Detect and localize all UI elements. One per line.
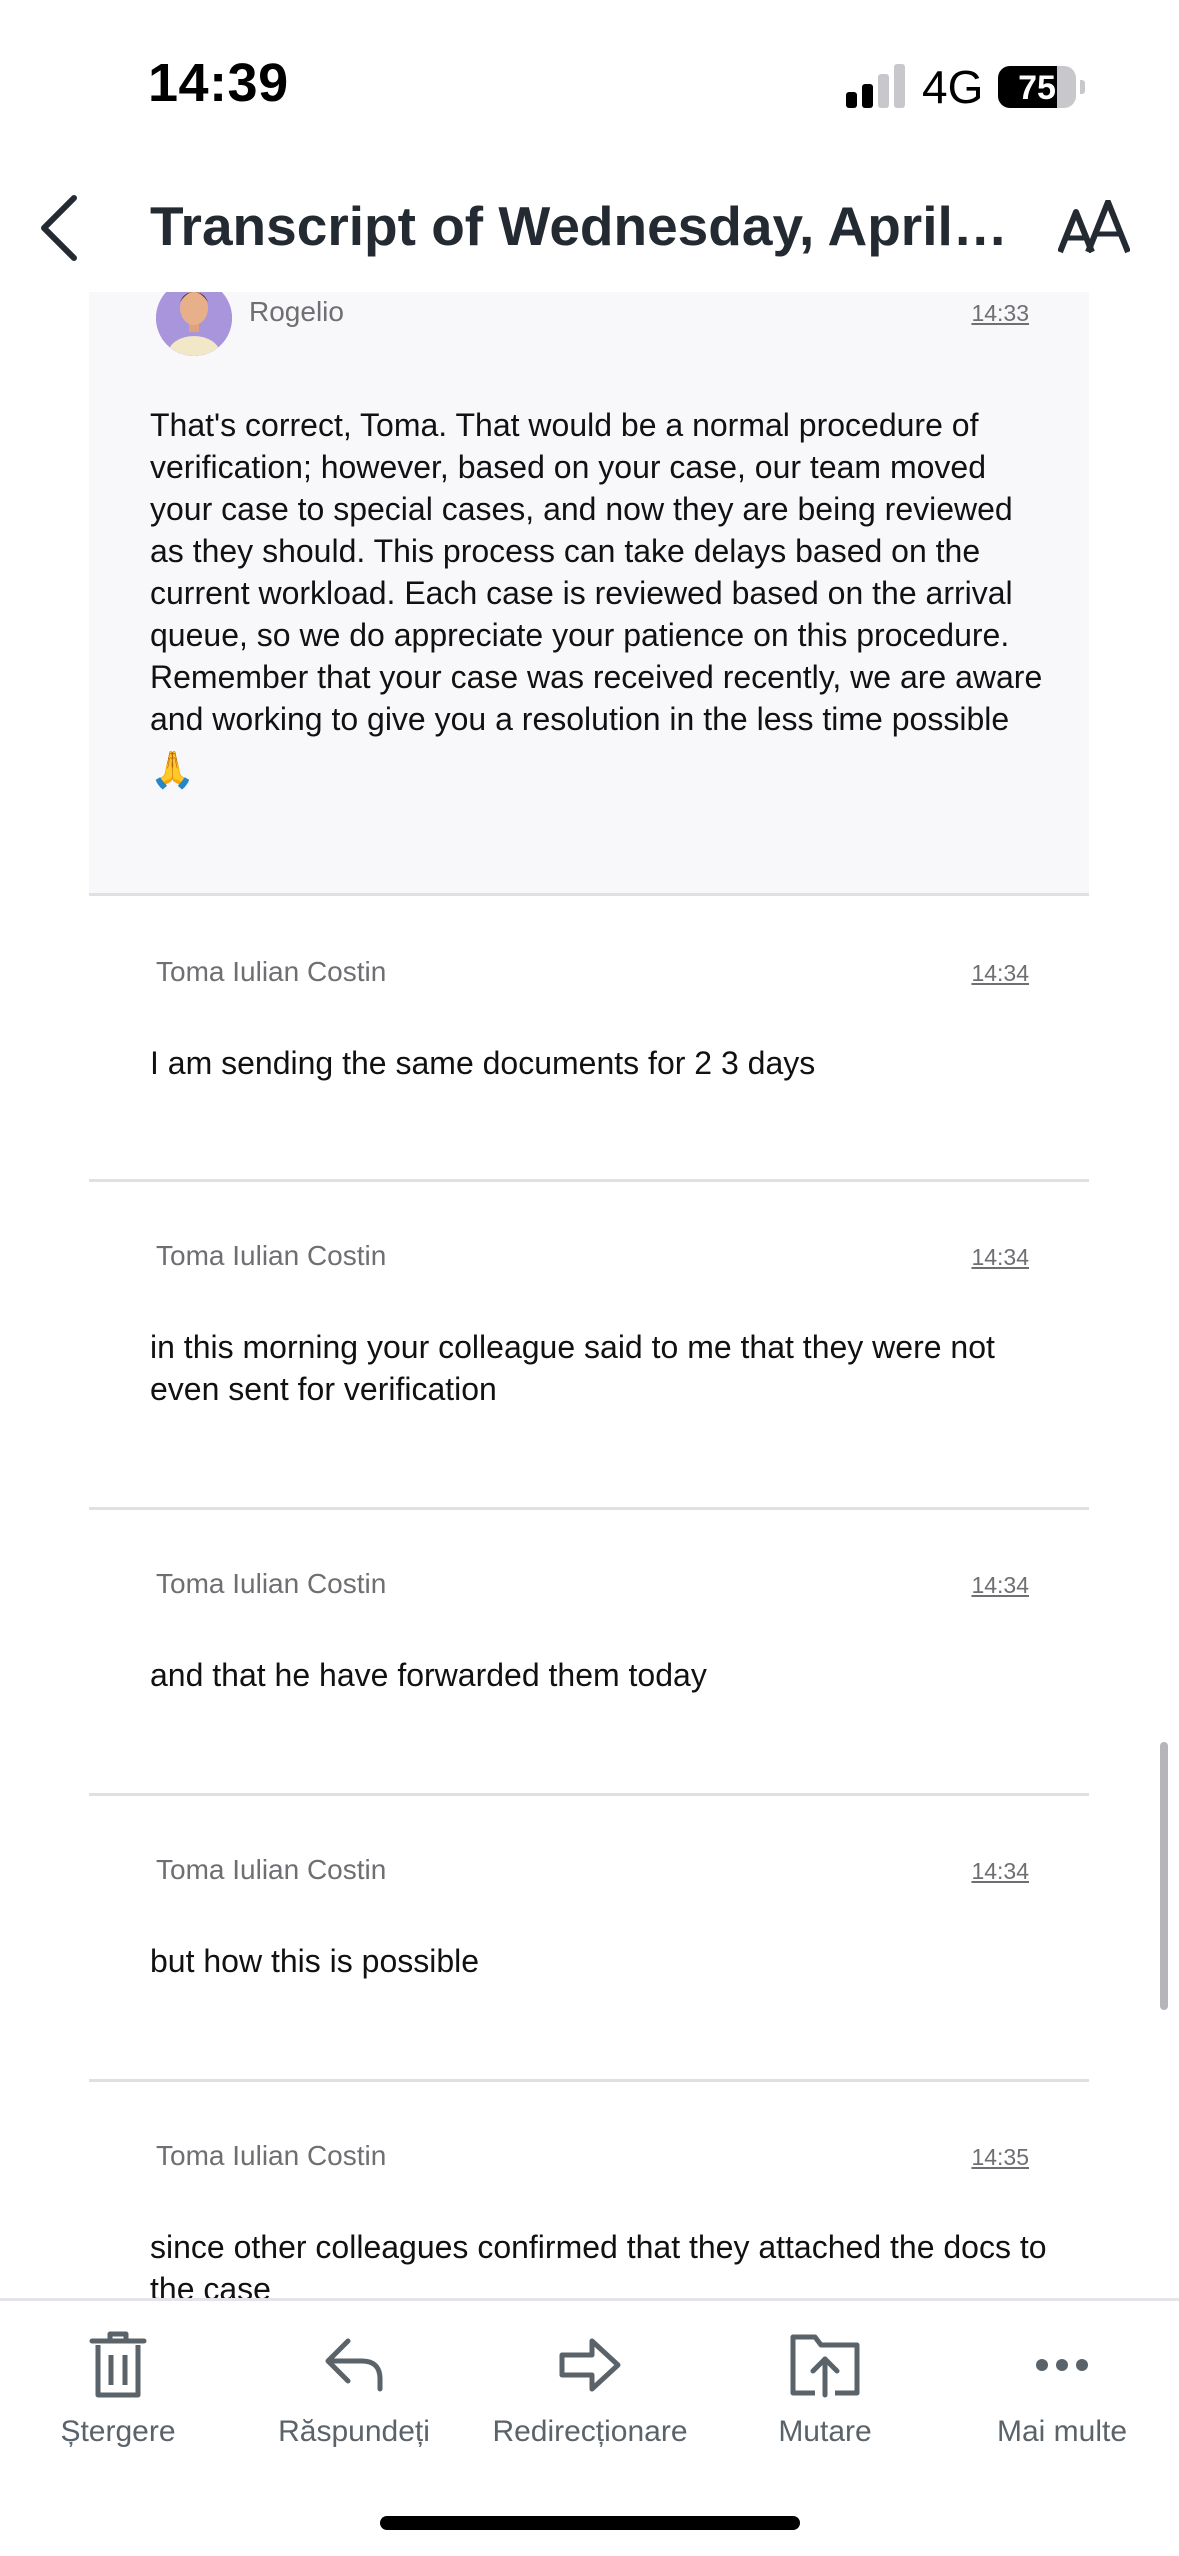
message-time[interactable]: 14:34 (971, 1244, 1029, 1271)
forward-label: Redirecționare (492, 2415, 688, 2448)
message-sender: Rogelio (249, 296, 344, 327)
message-sender: Toma Iulian Costin (156, 1568, 387, 1599)
message-time[interactable]: 14:34 (971, 1572, 1029, 1599)
message-body: That's correct, Toma. That would be a no… (150, 404, 1050, 794)
text-size-icon[interactable] (1057, 199, 1131, 256)
chevron-left-icon[interactable] (36, 188, 86, 268)
network-type: 4G (922, 61, 984, 113)
more-button[interactable]: Mai multe (984, 2331, 1140, 2471)
battery-icon: 75 (998, 66, 1076, 108)
transcript-message-list[interactable]: Rogelio 14:33 That's correct, Toma. That… (0, 292, 1179, 2300)
message-sender: Toma Iulian Costin (156, 1240, 387, 1271)
message-time[interactable]: 14:33 (971, 300, 1029, 327)
message-body: but how this is possible (150, 1943, 480, 1979)
reply-label: Răspundeți (278, 2415, 430, 2448)
message-sender: Toma Iulian Costin (156, 956, 387, 987)
folded-hands-emoji: 🙏 (150, 749, 195, 790)
delete-label: Ștergere (60, 2415, 176, 2448)
header: Transcript of Wednesday, April 2,... (0, 160, 1179, 292)
trash-icon (89, 2331, 147, 2398)
message-text: That's correct, Toma. That would be a no… (150, 407, 1043, 737)
forward-button[interactable]: Redirecționare (482, 2331, 698, 2471)
message-sender: Toma Iulian Costin (156, 1854, 387, 1885)
avatar (156, 292, 232, 356)
move-to-folder-icon (790, 2334, 860, 2398)
more-label: Mai multe (996, 2415, 1128, 2448)
battery-cap (1080, 80, 1085, 94)
message-time[interactable]: 14:34 (971, 960, 1029, 987)
status-time: 14:39 (148, 53, 289, 113)
scrollbar[interactable] (1160, 1742, 1168, 2010)
message-item: Toma Iulian Costin 14:34 but how this is… (89, 1796, 1089, 2082)
delete-button[interactable]: Ștergere (40, 2331, 196, 2471)
forward-arrow-icon (559, 2338, 621, 2392)
battery-level: 75 (1018, 69, 1056, 107)
reply-icon (325, 2338, 383, 2392)
message-item: Toma Iulian Costin 14:34 I am sending th… (89, 896, 1089, 1182)
message-body: I am sending the same documents for 2 3 … (150, 1045, 816, 1081)
message-item: Toma Iulian Costin 14:35 since other col… (89, 2082, 1089, 2300)
reply-button[interactable]: Răspundeți (264, 2331, 444, 2471)
status-bar: 14:39 4G 75 (0, 0, 1179, 160)
message-body: in this morning your colleague said to m… (150, 1329, 995, 1407)
message-item: Rogelio 14:33 That's correct, Toma. That… (89, 292, 1089, 896)
message-sender: Toma Iulian Costin (156, 2140, 387, 2171)
move-button[interactable]: Mutare (760, 2331, 890, 2471)
move-label: Mutare (778, 2415, 872, 2448)
page-title: Transcript of Wednesday, April 2,... (150, 195, 1020, 257)
home-indicator[interactable] (380, 2516, 800, 2530)
message-item: Toma Iulian Costin 14:34 and that he hav… (89, 1510, 1089, 1796)
message-item: Toma Iulian Costin 14:34 in this morning… (89, 1182, 1089, 1510)
message-body: and that he have forwarded them today (150, 1657, 707, 1693)
message-time[interactable]: 14:34 (971, 1858, 1029, 1885)
message-time[interactable]: 14:35 (971, 2144, 1029, 2171)
signal-strength-icon (846, 64, 906, 108)
message-body: since other colleagues confirmed that th… (150, 2229, 1047, 2300)
ellipsis-icon (1036, 2359, 1088, 2371)
